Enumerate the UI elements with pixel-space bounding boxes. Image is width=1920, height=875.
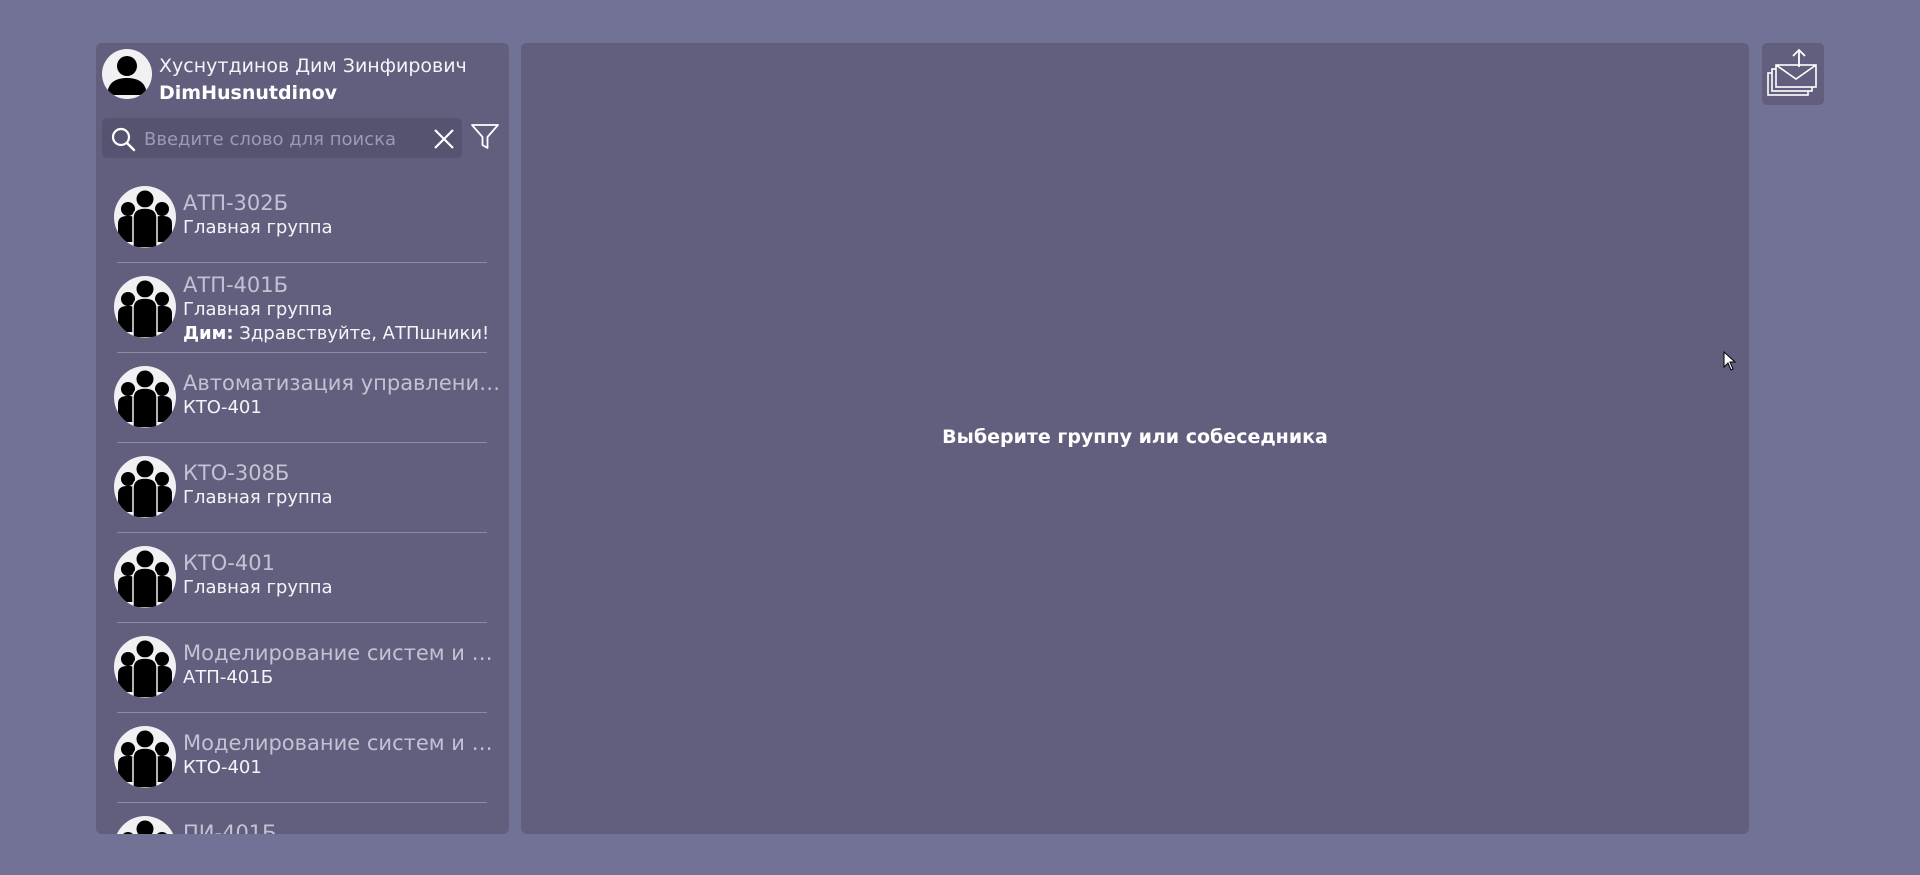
group-avatar-icon <box>114 726 176 788</box>
chat-subtitle: КТО-401 <box>183 397 262 418</box>
search-icon <box>111 127 136 152</box>
chat-title: АТП-302Б <box>183 191 289 215</box>
group-avatar-icon <box>114 636 176 698</box>
group-avatar-icon <box>114 546 176 608</box>
close-icon[interactable] <box>432 127 456 151</box>
empty-state-message: Выберите группу или собеседника <box>942 426 1328 448</box>
chat-list-item[interactable]: Моделирование систем и процессовКТО-401 <box>96 713 509 803</box>
search-box <box>102 118 462 158</box>
user-avatar-icon <box>102 49 152 99</box>
chat-title: Автоматизация управления жизненным цикло… <box>183 371 503 395</box>
chat-main-panel: Выберите группу или собеседника <box>521 43 1749 834</box>
chat-list-item[interactable]: АТП-401Б Главная группа Дим: Здравствуйте,… <box>96 263 509 353</box>
chat-sidebar: Хуснутдинов Дим Зинфирович DimHusnutdino… <box>96 43 509 834</box>
user-profile[interactable]: Хуснутдинов Дим Зинфирович DimHusnutdino… <box>102 49 502 104</box>
group-avatar-icon <box>114 816 176 834</box>
chat-title: ПИ-401Б <box>183 821 277 834</box>
search-input[interactable] <box>142 124 421 154</box>
mail-upload-icon <box>1767 48 1817 96</box>
chat-list-item[interactable]: КТО-401 Главная группа <box>96 533 509 623</box>
chat-title: АТП-401Б <box>183 273 289 297</box>
chat-title: КТО-308Б <box>183 461 290 485</box>
last-message: Дим: Здравствуйте, АТПшники! <box>183 323 489 344</box>
chat-list-item[interactable]: КТО-308Б Главная группа <box>96 443 509 533</box>
group-avatar-icon <box>114 186 176 248</box>
last-message-text: Здравствуйте, АТПшники! <box>233 323 490 344</box>
chat-list-item[interactable]: Моделирование систем и процессовАТП-401Б <box>96 623 509 713</box>
chat-subtitle: АТП-401Б <box>183 667 274 688</box>
user-full-name: Хуснутдинов Дим Зинфирович <box>159 55 467 77</box>
chat-subtitle: Главная группа <box>183 577 333 598</box>
chat-list-item[interactable]: ПИ-401БГлавная группа <box>96 803 509 834</box>
mouse-cursor-icon <box>1723 351 1737 371</box>
chat-subtitle: КТО-401 <box>183 757 262 778</box>
chat-subtitle: Главная группа <box>183 299 333 320</box>
chat-title: Моделирование систем и процессов <box>183 731 503 755</box>
chat-title: КТО-401 <box>183 551 275 575</box>
chat-subtitle: Главная группа <box>183 487 333 508</box>
group-avatar-icon <box>114 366 176 428</box>
user-login: DimHusnutdinov <box>159 82 338 104</box>
chat-list-item[interactable]: Автоматизация управления жизненным цикло… <box>96 353 509 443</box>
chat-list-item[interactable]: АТП-302Б Главная группа <box>96 173 509 263</box>
group-avatar-icon <box>114 276 176 338</box>
chat-list: АТП-302Б Главная группа АТП-401Б Главная гр… <box>96 173 509 834</box>
chat-subtitle: Главная группа <box>183 217 333 238</box>
chat-title: Моделирование систем и процессов <box>183 641 503 665</box>
group-avatar-icon <box>114 456 176 518</box>
last-message-author: Дим: <box>183 323 234 344</box>
filter-icon[interactable] <box>469 121 501 153</box>
send-mail-button[interactable] <box>1762 43 1824 105</box>
